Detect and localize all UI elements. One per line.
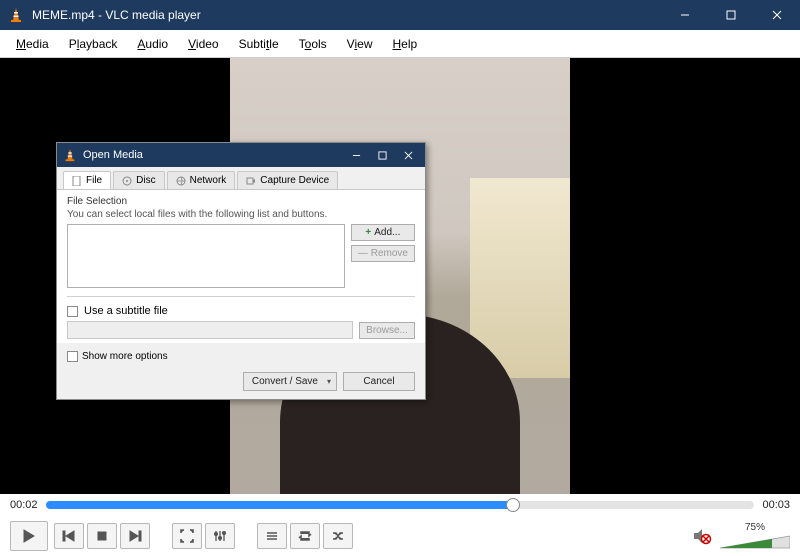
mute-button[interactable] — [692, 526, 712, 546]
open-media-dialog: Open Media File Disc Network Capture Dev… — [56, 142, 426, 400]
previous-icon — [62, 529, 76, 543]
more-options-checkbox[interactable] — [67, 351, 78, 362]
dialog-titlebar[interactable]: Open Media — [57, 143, 425, 167]
convert-save-button[interactable]: Convert / Save — [243, 372, 337, 391]
playlist-icon — [265, 529, 279, 543]
shuffle-icon — [331, 529, 345, 543]
add-button[interactable]: + Add... — [351, 224, 415, 241]
close-button[interactable] — [754, 0, 800, 30]
playlist-button[interactable] — [257, 523, 287, 549]
volume-percent: 75% — [745, 522, 765, 533]
cancel-button[interactable]: Cancel — [343, 372, 415, 391]
menu-media[interactable]: Media — [6, 33, 59, 55]
window-titlebar: MEME.mp4 - VLC media player — [0, 0, 800, 30]
file-selection-hint: You can select local files with the foll… — [67, 209, 415, 220]
tab-label: Disc — [136, 175, 155, 186]
seek-track[interactable] — [46, 501, 755, 509]
dialog-tabs: File Disc Network Capture Device — [57, 167, 425, 190]
menu-subtitle[interactable]: Subtitle — [229, 33, 289, 55]
subtitle-checkbox[interactable] — [67, 306, 78, 317]
dialog-maximize-button[interactable] — [369, 145, 395, 165]
extended-settings-button[interactable] — [205, 523, 235, 549]
menu-playback[interactable]: Playback — [59, 33, 128, 55]
fullscreen-icon — [180, 529, 194, 543]
play-button[interactable] — [10, 521, 48, 551]
controls-bar: 75% — [0, 516, 800, 556]
volume-slider[interactable] — [720, 534, 790, 550]
stop-button[interactable] — [87, 523, 117, 549]
equalizer-icon — [213, 529, 227, 543]
tab-label: File — [86, 175, 102, 186]
menu-tools[interactable]: Tools — [289, 33, 337, 55]
window-title: MEME.mp4 - VLC media player — [32, 8, 662, 22]
loop-icon — [298, 529, 312, 543]
plus-icon: + — [365, 227, 371, 238]
dialog-minimize-button[interactable] — [343, 145, 369, 165]
dialog-close-button[interactable] — [395, 145, 421, 165]
seek-fill — [46, 501, 514, 509]
current-time[interactable]: 00:02 — [10, 499, 38, 511]
play-icon — [21, 528, 37, 544]
subtitle-check-label: Use a subtitle file — [84, 305, 168, 317]
next-icon — [128, 529, 142, 543]
tab-label: Capture Device — [260, 175, 329, 186]
seek-thumb[interactable] — [506, 498, 520, 512]
tab-disc[interactable]: Disc — [113, 171, 164, 189]
minimize-button[interactable] — [662, 0, 708, 30]
file-selection-title: File Selection — [67, 196, 415, 207]
previous-button[interactable] — [54, 523, 84, 549]
tab-label: Network — [190, 175, 227, 186]
next-button[interactable] — [120, 523, 150, 549]
file-list[interactable] — [67, 224, 345, 288]
tab-capture[interactable]: Capture Device — [237, 171, 338, 189]
remove-button[interactable]: — Remove — [351, 245, 415, 262]
subtitle-path-input[interactable] — [67, 321, 353, 339]
menubar: Media Playback Audio Video Subtitle Tool… — [0, 30, 800, 58]
seek-bar-row: 00:02 00:03 — [0, 494, 800, 516]
file-icon — [72, 176, 82, 186]
stop-icon — [95, 529, 109, 543]
speaker-muted-icon — [692, 526, 712, 546]
tab-file[interactable]: File — [63, 171, 111, 189]
capture-icon — [246, 176, 256, 186]
network-icon — [176, 176, 186, 186]
total-time[interactable]: 00:03 — [762, 499, 790, 511]
maximize-button[interactable] — [708, 0, 754, 30]
menu-audio[interactable]: Audio — [127, 33, 178, 55]
disc-icon — [122, 176, 132, 186]
vlc-cone-icon — [63, 148, 77, 162]
tab-network[interactable]: Network — [167, 171, 236, 189]
video-area[interactable]: Open Media File Disc Network Capture Dev… — [0, 58, 800, 494]
menu-help[interactable]: Help — [382, 33, 427, 55]
minus-icon: — — [358, 248, 368, 259]
more-options-label: Show more options — [82, 351, 168, 362]
menu-video[interactable]: Video — [178, 33, 228, 55]
fullscreen-button[interactable] — [172, 523, 202, 549]
loop-button[interactable] — [290, 523, 320, 549]
browse-button[interactable]: Browse... — [359, 322, 415, 339]
vlc-cone-icon — [8, 7, 24, 23]
dialog-title: Open Media — [83, 149, 343, 161]
menu-view[interactable]: View — [337, 33, 383, 55]
shuffle-button[interactable] — [323, 523, 353, 549]
